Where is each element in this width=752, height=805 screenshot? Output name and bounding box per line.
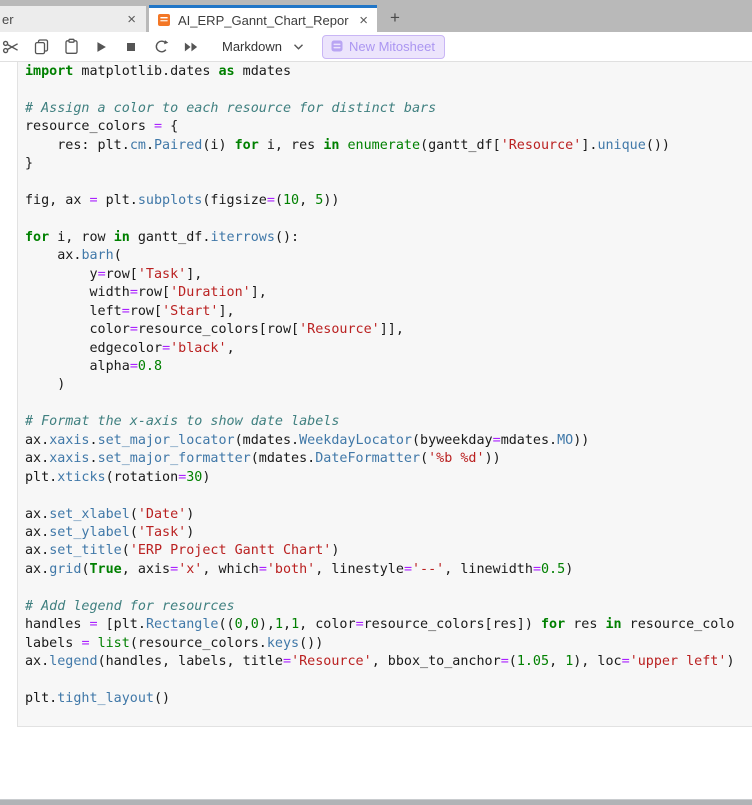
code-cell[interactable]: import matplotlib.dates as mdates # Assi… bbox=[17, 62, 752, 727]
cell-type-value: Markdown bbox=[222, 39, 282, 54]
restart-icon bbox=[153, 38, 170, 55]
new-mitosheet-button[interactable]: New Mitosheet bbox=[321, 34, 445, 59]
code-lines[interactable]: import matplotlib.dates as mdates # Assi… bbox=[18, 62, 752, 708]
new-mitosheet-label: New Mitosheet bbox=[348, 38, 435, 54]
stop-button[interactable] bbox=[116, 34, 146, 60]
mitosheet-logo-icon bbox=[331, 40, 343, 52]
paste-button[interactable] bbox=[56, 34, 86, 60]
new-tab-button[interactable]: + bbox=[377, 8, 413, 28]
tab-bar: er × AI_ERP_Gannt_Chart_Repor × + bbox=[0, 0, 752, 32]
cut-button[interactable] bbox=[0, 34, 26, 60]
restart-kernel-button[interactable] bbox=[146, 34, 176, 60]
run-all-icon bbox=[183, 40, 199, 54]
close-icon[interactable]: × bbox=[126, 12, 137, 27]
bottom-scrollbar[interactable] bbox=[0, 799, 752, 805]
cell-type-dropdown[interactable]: Markdown bbox=[222, 39, 304, 54]
copy-button[interactable] bbox=[26, 34, 56, 60]
run-icon bbox=[93, 39, 109, 55]
copy-icon bbox=[33, 38, 50, 55]
tab-previous[interactable]: er × bbox=[0, 6, 146, 32]
stop-icon bbox=[123, 39, 139, 55]
notebook-toolbar: Markdown New Mitosheet bbox=[0, 32, 752, 62]
cut-icon bbox=[2, 38, 20, 56]
paste-icon bbox=[63, 38, 80, 55]
tab-previous-label: er bbox=[2, 11, 14, 27]
notebook-panel: import matplotlib.dates as mdates # Assi… bbox=[0, 62, 752, 805]
run-button[interactable] bbox=[86, 34, 116, 60]
chevron-down-icon bbox=[293, 39, 304, 54]
tab-notebook-label: AI_ERP_Gannt_Chart_Repor bbox=[178, 12, 349, 28]
tab-notebook[interactable]: AI_ERP_Gannt_Chart_Repor × bbox=[149, 5, 377, 32]
notebook-icon bbox=[157, 13, 171, 27]
close-icon[interactable]: × bbox=[358, 13, 369, 28]
run-all-button[interactable] bbox=[176, 34, 206, 60]
